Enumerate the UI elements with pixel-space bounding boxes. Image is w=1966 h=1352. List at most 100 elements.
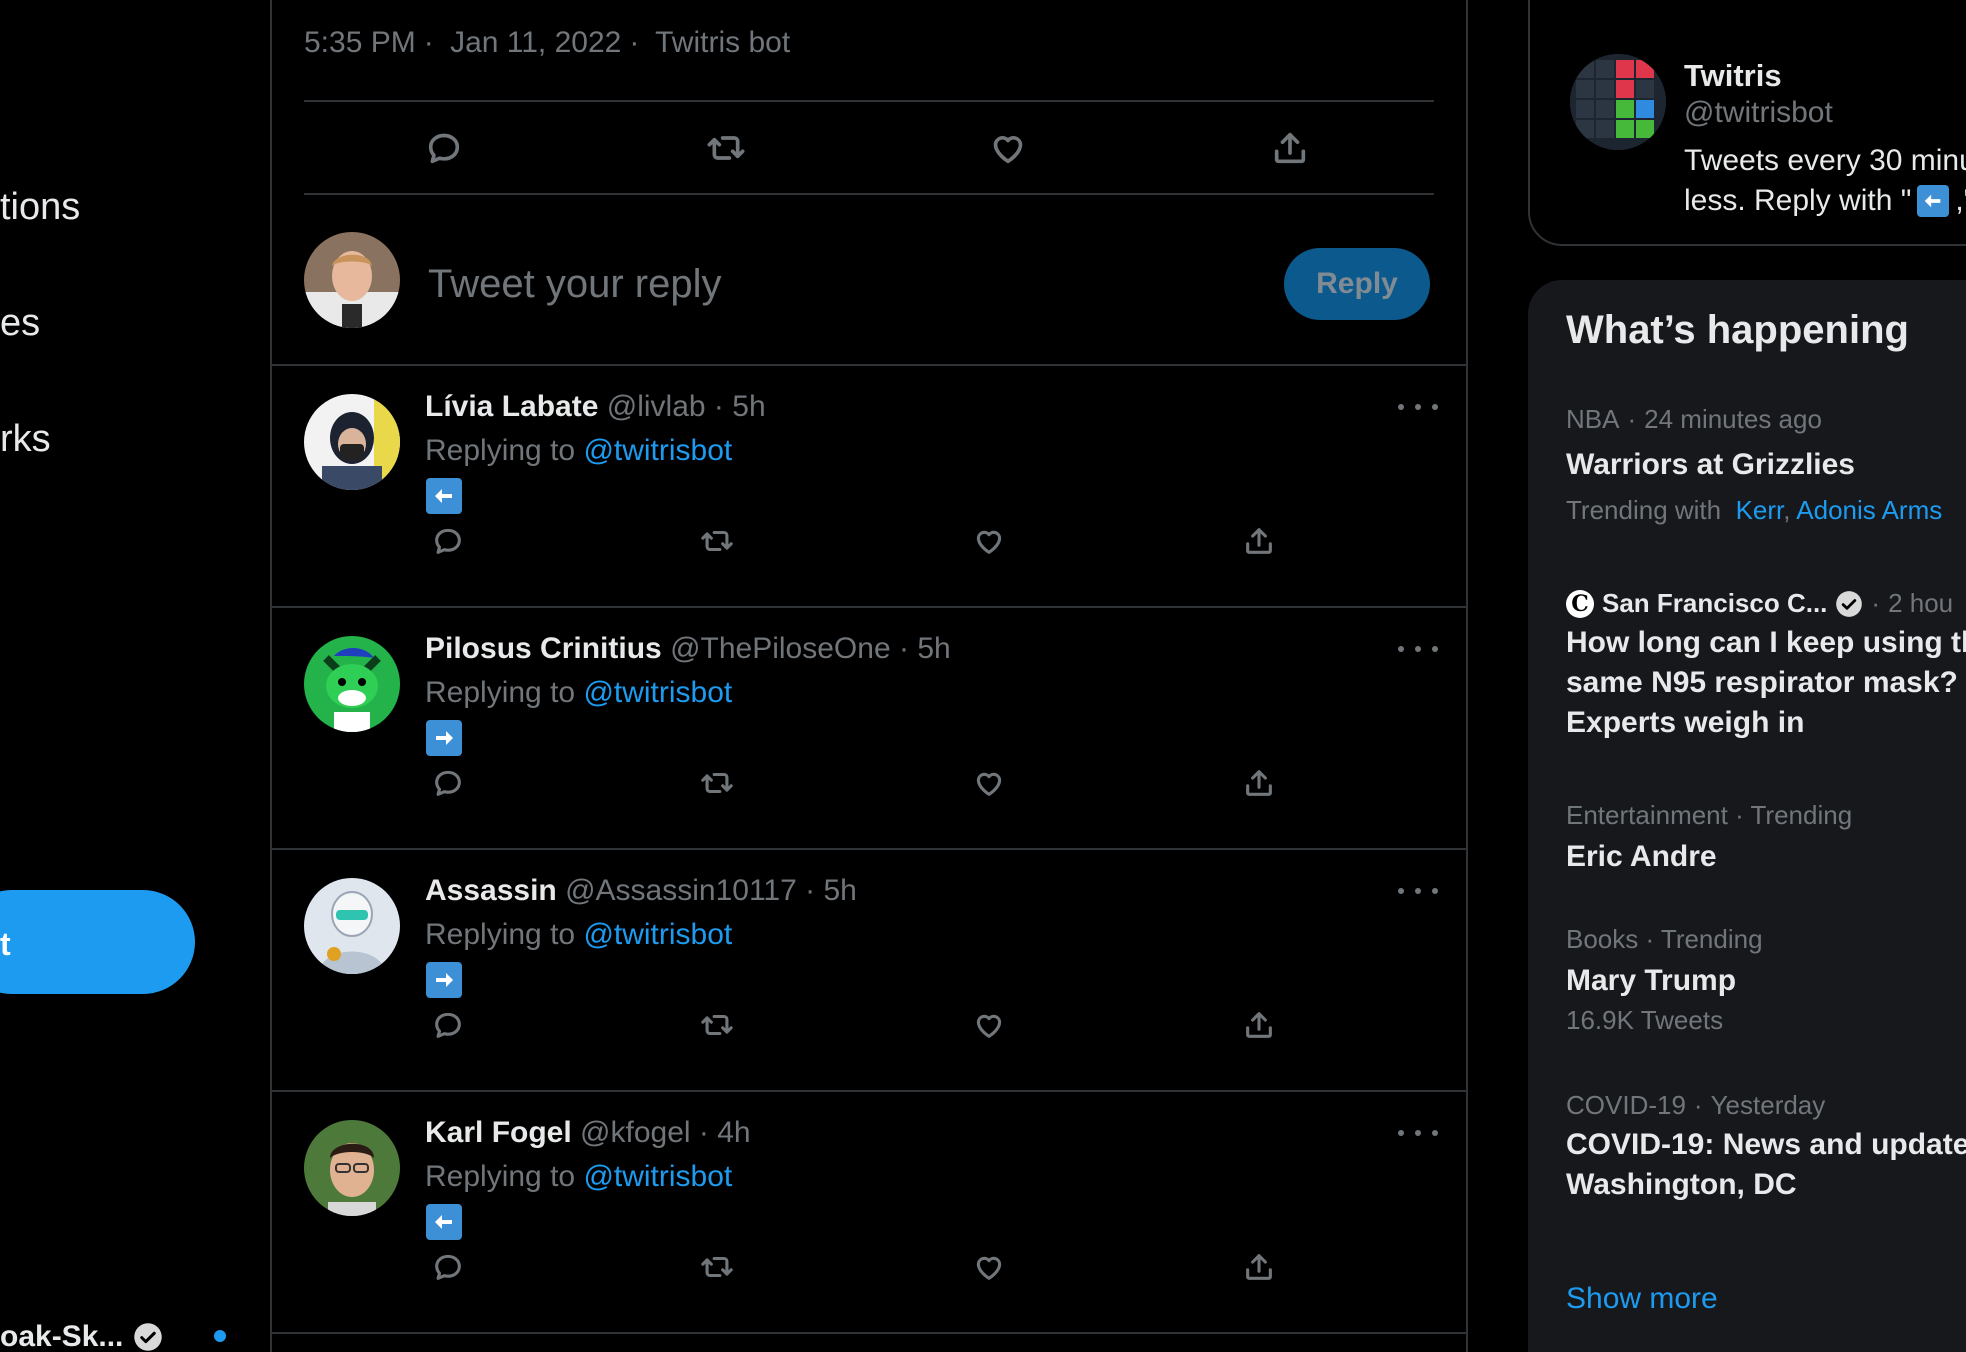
retweet-icon[interactable] bbox=[692, 516, 742, 566]
verified-icon bbox=[1836, 590, 1863, 617]
trend-link[interactable]: Kerr bbox=[1736, 495, 1784, 525]
divider bbox=[272, 1332, 1466, 1334]
trend-title: Mary Trump bbox=[1566, 964, 1737, 997]
replying-to-link[interactable]: @twitrisbot bbox=[583, 918, 732, 951]
tweet-time: 5:35 PM bbox=[304, 26, 416, 59]
reply-actions bbox=[272, 758, 1466, 808]
avatar[interactable] bbox=[304, 394, 400, 490]
reply-tweet[interactable]: Karl Fogel @kfogel · 4h Replying to @twi… bbox=[272, 1092, 1466, 1334]
nav-item-bookmarks[interactable]: rks bbox=[0, 418, 51, 461]
like-icon[interactable] bbox=[964, 1242, 1014, 1292]
reply-actions bbox=[272, 1000, 1466, 1050]
more-icon[interactable] bbox=[1398, 392, 1438, 422]
account-switcher[interactable]: oak-Sk... bbox=[0, 1317, 163, 1352]
share-icon[interactable] bbox=[1234, 516, 1284, 566]
whats-happening-card: What’s happening NBA · 24 minutes ago Warr… bbox=[1528, 280, 1966, 1352]
right-sidebar: Twitris @twitrisbot Tweets every 30 minu… bbox=[1468, 0, 1966, 1352]
follow-handle[interactable]: @twitrisbot bbox=[1684, 96, 1833, 130]
retweet-icon[interactable] bbox=[696, 118, 756, 178]
avatar[interactable] bbox=[1570, 54, 1666, 150]
like-icon[interactable] bbox=[964, 758, 1014, 808]
reply-time[interactable]: 5h bbox=[732, 390, 765, 423]
trend-link[interactable]: Adonis Arms bbox=[1796, 495, 1942, 525]
replying-to-link[interactable]: @twitrisbot bbox=[583, 434, 732, 467]
left-arrow-emoji bbox=[426, 478, 462, 514]
avatar[interactable] bbox=[304, 1120, 400, 1216]
replying-to-link[interactable]: @twitrisbot bbox=[583, 676, 732, 709]
like-icon[interactable] bbox=[978, 118, 1038, 178]
author-name[interactable]: Lívia Labate bbox=[425, 390, 598, 423]
tweet-source[interactable]: Twitris bot bbox=[655, 26, 790, 59]
reply-icon[interactable] bbox=[414, 118, 474, 178]
author-handle[interactable]: @livlab bbox=[607, 390, 706, 423]
retweet-icon[interactable] bbox=[692, 758, 742, 808]
reply-time[interactable]: 4h bbox=[717, 1116, 750, 1149]
like-icon[interactable] bbox=[964, 516, 1014, 566]
left-arrow-emoji bbox=[1917, 185, 1950, 217]
main-column: 5:35 PM · Jan 11, 2022 · Twitris bot Tweet… bbox=[270, 0, 1468, 1352]
reply-icon[interactable] bbox=[423, 1000, 473, 1050]
author-handle[interactable]: @Assassin10117 bbox=[565, 874, 797, 907]
share-icon[interactable] bbox=[1234, 1000, 1284, 1050]
reply-button[interactable]: Reply bbox=[1284, 248, 1430, 320]
news-source: San Francisco C... bbox=[1602, 588, 1828, 618]
author-handle[interactable]: @ThePiloseOne bbox=[670, 632, 891, 665]
reply-input[interactable]: Tweet your reply bbox=[428, 262, 721, 307]
replying-label: Replying to bbox=[425, 676, 576, 709]
reply-tweet[interactable]: Assassin @Assassin10117 · 5h Replying to… bbox=[272, 850, 1466, 1092]
tweet-button[interactable]: t bbox=[0, 890, 195, 994]
replying-to-link[interactable]: @twitrisbot bbox=[583, 1160, 732, 1193]
left-arrow-emoji bbox=[426, 1204, 462, 1240]
reply-time[interactable]: 5h bbox=[917, 632, 950, 665]
follow-name[interactable]: Twitris bbox=[1684, 58, 1782, 94]
right-arrow-emoji bbox=[426, 962, 462, 998]
trend-item[interactable]: Books · Trending Mary Trump 16.9K Tweets bbox=[1566, 924, 1763, 1036]
trend-item[interactable]: C San Francisco C... · 2 hou How long can … bbox=[1566, 588, 1966, 743]
avatar[interactable] bbox=[304, 232, 400, 328]
who-to-follow-card: Twitris @twitrisbot Tweets every 30 minu… bbox=[1528, 0, 1966, 246]
trend-item[interactable]: Entertainment · Trending Eric Andre bbox=[1566, 800, 1852, 877]
tweet-actions bbox=[272, 118, 1466, 178]
trend-item[interactable]: NBA · 24 minutes ago Warriors at Grizzlies… bbox=[1566, 404, 1942, 526]
trend-title: Eric Andre bbox=[1566, 840, 1717, 873]
divider bbox=[304, 100, 1434, 102]
author-name[interactable]: Assassin bbox=[425, 874, 557, 907]
reply-icon[interactable] bbox=[423, 516, 473, 566]
follow-bio: less. Reply with " ," bbox=[1684, 184, 1966, 217]
reply-icon[interactable] bbox=[423, 758, 473, 808]
notification-dot bbox=[214, 1330, 226, 1342]
nav-item-notifications[interactable]: tions bbox=[0, 186, 80, 229]
show-more-link[interactable]: Show more bbox=[1566, 1282, 1718, 1316]
author-handle[interactable]: @kfogel bbox=[580, 1116, 691, 1149]
author-name[interactable]: Pilosus Crinitius bbox=[425, 632, 662, 665]
more-icon[interactable] bbox=[1398, 634, 1438, 664]
sf-chronicle-logo: C bbox=[1566, 589, 1594, 618]
tweet-timestamp: 5:35 PM · Jan 11, 2022 · Twitris bot bbox=[304, 26, 791, 59]
share-icon[interactable] bbox=[1234, 1242, 1284, 1292]
reply-time[interactable]: 5h bbox=[823, 874, 856, 907]
retweet-icon[interactable] bbox=[692, 1000, 742, 1050]
trend-title: How long can I keep using th same N95 res… bbox=[1566, 626, 1966, 739]
more-icon[interactable] bbox=[1398, 876, 1438, 906]
nav-item-messages[interactable]: es bbox=[0, 302, 40, 345]
trends-title: What’s happening bbox=[1566, 308, 1909, 352]
author-name[interactable]: Karl Fogel bbox=[425, 1116, 572, 1149]
trend-title: COVID-19: News and updates Washington, DC bbox=[1566, 1128, 1966, 1201]
right-arrow-emoji bbox=[426, 720, 462, 756]
reply-tweet[interactable]: Pilosus Crinitius @ThePiloseOne · 5h Rep… bbox=[272, 608, 1466, 850]
retweet-icon[interactable] bbox=[692, 1242, 742, 1292]
divider bbox=[304, 193, 1434, 195]
avatar[interactable] bbox=[304, 878, 400, 974]
tweet-date[interactable]: Jan 11, 2022 bbox=[450, 26, 621, 59]
share-icon[interactable] bbox=[1234, 758, 1284, 808]
like-icon[interactable] bbox=[964, 1000, 1014, 1050]
trend-item[interactable]: COVID-19 · Yesterday COVID-19: News and up… bbox=[1566, 1090, 1966, 1205]
reply-icon[interactable] bbox=[423, 1242, 473, 1292]
share-icon[interactable] bbox=[1260, 118, 1320, 178]
verified-icon bbox=[134, 1323, 163, 1351]
reply-tweet[interactable]: Lívia Labate @livlab · 5h Replying to @t… bbox=[272, 366, 1466, 608]
replying-label: Replying to bbox=[425, 434, 576, 467]
tweet-button-label: t bbox=[0, 926, 11, 962]
avatar[interactable] bbox=[304, 636, 400, 732]
more-icon[interactable] bbox=[1398, 1118, 1438, 1148]
